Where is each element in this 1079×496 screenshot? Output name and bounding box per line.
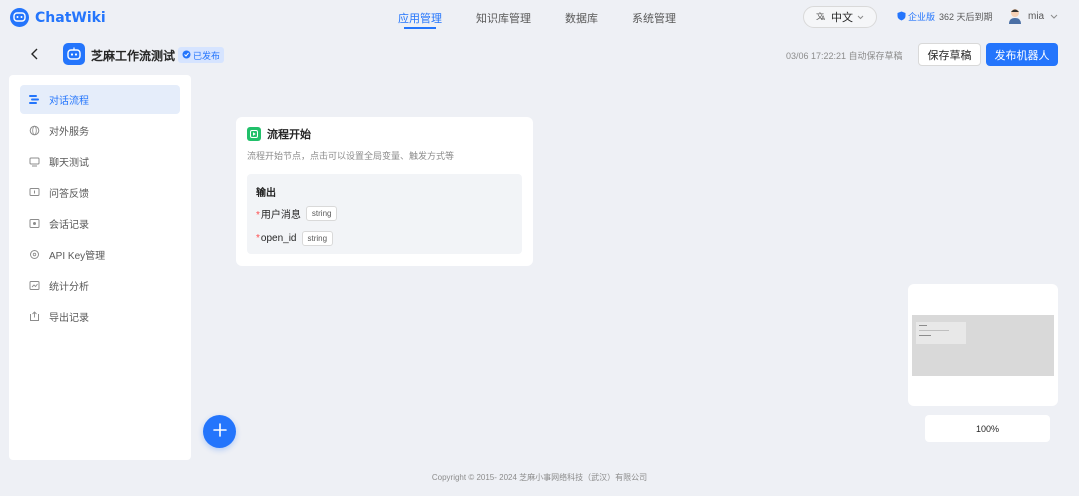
chevron-down-icon bbox=[857, 11, 864, 23]
nav-item-knowledge-base[interactable]: 知识库管理 bbox=[476, 0, 531, 35]
sidebar-item-label: 聊天测试 bbox=[49, 158, 89, 169]
status-label: 已发布 bbox=[193, 50, 221, 61]
minimap-node bbox=[916, 322, 966, 344]
svg-text:A: A bbox=[821, 15, 826, 21]
output-name-text: open_id bbox=[260, 233, 297, 244]
language-selector[interactable]: 文A 中文 bbox=[803, 6, 877, 28]
avatar bbox=[1008, 8, 1022, 24]
brand-name: ChatWiki bbox=[35, 9, 106, 26]
type-tag: string bbox=[301, 231, 334, 246]
session-record-icon bbox=[29, 218, 40, 229]
feedback-icon bbox=[29, 187, 40, 198]
output-label: 输出 bbox=[256, 188, 276, 199]
required-mark: * bbox=[256, 233, 260, 244]
app-header: 芝麻工作流测试 已发布 03/06 17:22:21 自动保存草稿 保存草稿 发… bbox=[0, 35, 1079, 75]
sidebar-item-external-service[interactable]: 对外服务 bbox=[20, 116, 180, 145]
output-name: *用户消息 bbox=[256, 206, 301, 221]
back-arrow-icon[interactable] bbox=[28, 47, 42, 61]
sidebar-item-label: 统计分析 bbox=[49, 282, 89, 293]
output-row: *open_id string bbox=[256, 231, 334, 246]
sidebar-item-label: 会话记录 bbox=[49, 220, 89, 231]
output-name-text: 用户消息 bbox=[260, 210, 301, 221]
node-header: 流程开始 bbox=[247, 126, 311, 142]
robot-icon bbox=[63, 43, 85, 65]
nav-item-database[interactable]: 数据库 bbox=[565, 0, 598, 35]
chat-test-icon bbox=[29, 156, 40, 167]
check-circle-icon bbox=[182, 50, 191, 61]
export-icon bbox=[29, 311, 40, 322]
user-menu[interactable]: mia bbox=[1008, 8, 1058, 24]
sidebar: 对话流程 对外服务 聊天测试 问答反馈 会话记录 API Key管理 统计分析 … bbox=[9, 75, 191, 460]
edition-badge: 企业版 bbox=[897, 10, 935, 23]
stats-icon bbox=[29, 280, 40, 291]
node-title: 流程开始 bbox=[267, 129, 311, 141]
publish-robot-button[interactable]: 发布机器人 bbox=[986, 43, 1058, 66]
sidebar-item-statistics[interactable]: 统计分析 bbox=[20, 271, 180, 300]
minimap-node-line bbox=[919, 335, 931, 336]
sidebar-item-api-key[interactable]: API Key管理 bbox=[20, 240, 180, 269]
required-mark: * bbox=[256, 210, 260, 221]
output-name: *open_id bbox=[256, 233, 297, 244]
sidebar-item-label: 对话流程 bbox=[49, 96, 89, 107]
sidebar-item-label: API Key管理 bbox=[49, 251, 106, 262]
status-badge: 已发布 bbox=[178, 47, 225, 63]
minimap-node-line bbox=[919, 330, 949, 331]
sidebar-item-qa-feedback[interactable]: 问答反馈 bbox=[20, 178, 180, 207]
nav-item-system-management[interactable]: 系统管理 bbox=[632, 0, 676, 35]
flow-icon bbox=[29, 94, 40, 105]
autosave-timestamp: 03/06 17:22:21 自动保存草稿 bbox=[786, 51, 903, 61]
top-navigation-bar: ChatWiki 应用管理 知识库管理 数据库 系统管理 文A 中文 企业版 3… bbox=[0, 0, 1079, 35]
language-label: 中文 bbox=[831, 12, 853, 24]
minimap-viewport[interactable] bbox=[912, 315, 1054, 376]
nav-item-app-management[interactable]: 应用管理 bbox=[398, 0, 442, 35]
brand-logo[interactable]: ChatWiki bbox=[10, 8, 106, 27]
page-title: 芝麻工作流测试 bbox=[91, 49, 176, 63]
sidebar-item-dialog-flow[interactable]: 对话流程 bbox=[20, 85, 180, 114]
sidebar-item-export-records[interactable]: 导出记录 bbox=[20, 302, 180, 331]
username: mia bbox=[1028, 10, 1045, 22]
save-draft-button[interactable]: 保存草稿 bbox=[918, 43, 981, 66]
sidebar-item-label: 问答反馈 bbox=[49, 189, 89, 200]
edition-expiry: 362 天后到期 bbox=[939, 12, 993, 22]
shield-icon bbox=[897, 11, 906, 23]
minimap[interactable] bbox=[908, 284, 1058, 406]
copyright-footer: Copyright © 2015- 2024 芝麻小事网络科技（武汉）有限公司 bbox=[431, 473, 648, 482]
main-nav: 应用管理 知识库管理 数据库 系统管理 bbox=[398, 0, 710, 35]
translate-icon: 文A bbox=[816, 10, 827, 24]
node-description: 流程开始节点，点击可以设置全局变量、触发方式等 bbox=[247, 151, 455, 161]
sidebar-item-label: 对外服务 bbox=[49, 127, 89, 138]
globe-icon bbox=[29, 125, 40, 136]
sidebar-item-session-records[interactable]: 会话记录 bbox=[20, 209, 180, 238]
sidebar-item-chat-test[interactable]: 聊天测试 bbox=[20, 147, 180, 176]
node-output-panel: 输出 *用户消息 string *open_id string bbox=[247, 174, 522, 254]
plus-icon bbox=[212, 423, 227, 440]
start-node[interactable]: 流程开始 流程开始节点，点击可以设置全局变量、触发方式等 输出 *用户消息 st… bbox=[236, 117, 533, 266]
play-icon bbox=[247, 127, 261, 141]
chatwiki-logo-icon bbox=[10, 8, 29, 27]
sidebar-item-label: 导出记录 bbox=[49, 313, 89, 324]
type-tag: string bbox=[305, 206, 338, 221]
edition-label: 企业版 bbox=[908, 12, 936, 22]
zoom-level[interactable]: 100% bbox=[925, 415, 1050, 442]
edition-info: 企业版 362 天后到期 bbox=[897, 10, 993, 23]
add-node-button[interactable] bbox=[203, 415, 236, 448]
minimap-node-line bbox=[919, 325, 927, 326]
key-icon bbox=[29, 249, 40, 260]
output-row: *用户消息 string bbox=[256, 206, 338, 221]
chevron-down-icon bbox=[1050, 11, 1058, 22]
